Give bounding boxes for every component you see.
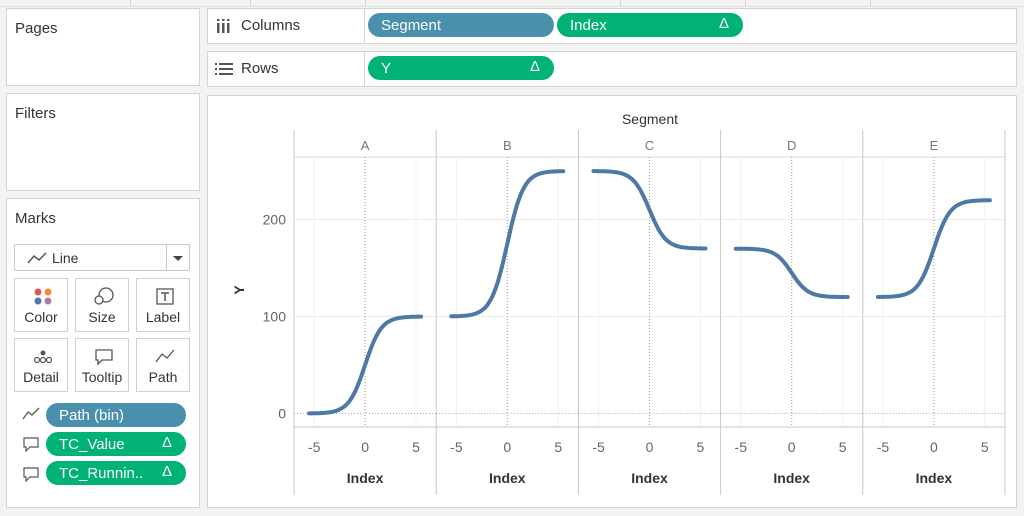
x-tick-label: 0	[646, 439, 654, 455]
faceted-line-chart: Segment Y 0 100 200 A -5 0 5 Index B -5 0 5 Index C -5…	[231, 111, 1006, 495]
x-tick-label: -5	[308, 439, 321, 455]
x-tick-label: 0	[503, 439, 511, 455]
series-line-C	[591, 169, 708, 251]
x-tick-label: 5	[981, 439, 989, 455]
x-axis-title: Index	[631, 470, 668, 486]
x-tick-label: 0	[361, 439, 369, 455]
x-tick-label: 5	[554, 439, 562, 455]
facet-label: C	[645, 138, 654, 153]
x-tick-label: 0	[788, 439, 796, 455]
x-axis-title: Index	[489, 470, 526, 486]
y-axis-title: Y	[231, 285, 247, 295]
x-axis-title: Index	[916, 470, 953, 486]
x-axis-title: Index	[773, 470, 810, 486]
x-tick-label: 0	[930, 439, 938, 455]
x-tick-label: -5	[877, 439, 890, 455]
series-line-B	[449, 169, 566, 319]
y-tick-label: 100	[263, 309, 287, 325]
facet-label: E	[930, 138, 939, 153]
x-tick-label: -5	[450, 439, 463, 455]
x-tick-label: 5	[697, 439, 705, 455]
y-tick-label: 0	[278, 406, 286, 422]
x-axis-title: Index	[347, 470, 384, 486]
x-tick-label: 5	[412, 439, 420, 455]
facet-label: B	[503, 138, 512, 153]
x-tick-label: 5	[839, 439, 847, 455]
y-tick-label: 200	[263, 212, 287, 228]
facet-label: D	[787, 138, 796, 153]
x-tick-label: -5	[592, 439, 605, 455]
x-tick-label: -5	[735, 439, 748, 455]
facet-label: A	[361, 138, 370, 153]
facet-header-label: Segment	[622, 111, 678, 127]
